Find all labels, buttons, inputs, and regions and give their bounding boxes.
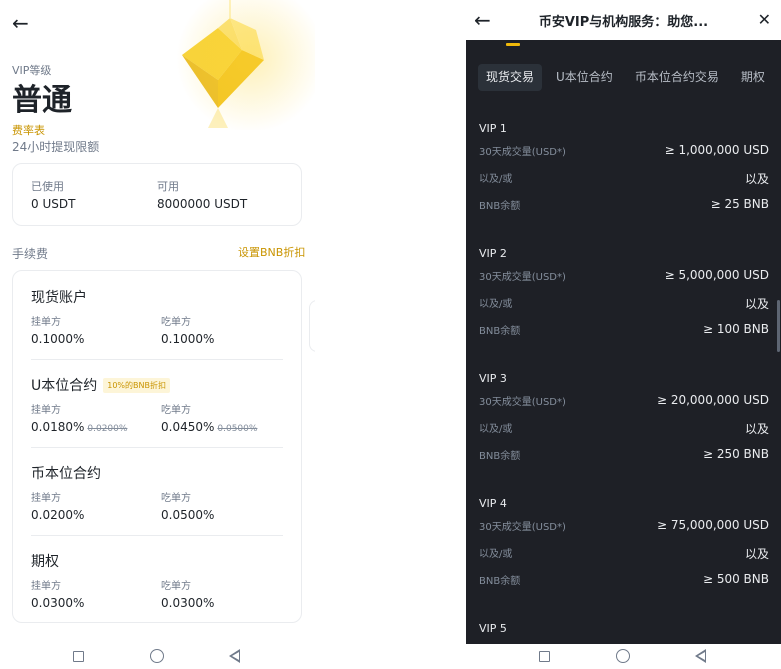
- adjacent-card-edge: [309, 300, 315, 352]
- vip-level-label: VIP等级: [12, 64, 52, 77]
- available-value: 8000000 USDT: [157, 197, 248, 211]
- bnb-balance-label: BNB余额: [479, 326, 521, 337]
- home-circle-icon[interactable]: [616, 649, 630, 663]
- active-indicator: [506, 43, 520, 46]
- fee-section-coinm-futures: 币本位合约 挂单方 0.0200% 吃单方 0.0500%: [31, 463, 283, 529]
- volume-value: ≥ 75,000,000 USD: [656, 518, 769, 532]
- vip-tier-name: VIP 3: [479, 372, 507, 385]
- and-or-label: 以及/或: [479, 174, 513, 185]
- taker-fee: 0.1000%: [161, 332, 215, 346]
- vip-tier-1: VIP 1 30天成交量(USD*) ≥ 1,000,000 USD 以及/或 以及…: [479, 122, 769, 216]
- fee-section-title: 币本位合约: [31, 466, 101, 482]
- fee-section-options: 期权 挂单方 0.0300% 吃单方 0.0300%: [31, 551, 283, 617]
- and-or-label: 以及/或: [479, 549, 513, 560]
- taker-fee-original: 0.0500%: [217, 424, 258, 434]
- maker-fee: 0.0180%: [31, 420, 85, 434]
- tab-usdm-futures[interactable]: U本位合约: [548, 64, 621, 91]
- fee-section-title: 期权: [31, 554, 59, 570]
- volume-value: ≥ 5,000,000 USD: [664, 268, 769, 282]
- maker-label: 挂单方: [31, 405, 61, 416]
- bnb-balance-label: BNB余额: [479, 201, 521, 212]
- maker-label: 挂单方: [31, 317, 61, 328]
- fee-section-usdm-futures: U本位合约 10%的BNB折扣 挂单方 0.0180% 0.0200% 吃单方 0…: [31, 375, 283, 441]
- fee-section-spot: 现货账户 挂单方 0.1000% 吃单方 0.1000%: [31, 287, 283, 353]
- back-triangle-icon[interactable]: [695, 649, 706, 663]
- divider: [31, 447, 283, 448]
- taker-fee: 0.0450%: [161, 420, 215, 434]
- taker-label: 吃单方: [161, 405, 191, 416]
- volume-label: 30天成交量(USD*): [479, 397, 566, 408]
- taker-fee: 0.0300%: [161, 596, 215, 610]
- market-tabs: 现货交易 U本位合约 币本位合约交易 期权: [478, 64, 779, 91]
- vip-institutional-screen: ← 币安VIP与机构服务：助您... ✕ 现货交易 U本位合约 币本位合约交易 …: [466, 0, 781, 669]
- taker-label: 吃单方: [161, 493, 191, 504]
- divider: [31, 535, 283, 536]
- and-or-label: 以及/或: [479, 424, 513, 435]
- page-title: 币安VIP与机构服务：助您...: [538, 15, 709, 30]
- vip-tier-name: VIP 1: [479, 122, 507, 135]
- bnb-balance-label: BNB余额: [479, 576, 521, 587]
- system-nav-bar: [0, 644, 315, 669]
- tab-spot[interactable]: 现货交易: [478, 64, 543, 91]
- available-label: 可用: [157, 180, 179, 193]
- scrollbar[interactable]: [777, 300, 780, 352]
- bnb-balance-value: ≥ 100 BNB: [702, 322, 769, 336]
- and-or-label: 以及/或: [479, 299, 513, 310]
- volume-label: 30天成交量(USD*): [479, 147, 566, 158]
- maker-fee-original: 0.0200%: [87, 424, 128, 434]
- back-arrow-icon[interactable]: ←: [12, 13, 29, 33]
- maker-fee: 0.1000%: [31, 332, 85, 346]
- bnb-balance-label: BNB余额: [479, 451, 521, 462]
- maker-label: 挂单方: [31, 581, 61, 592]
- close-icon[interactable]: ✕: [758, 10, 771, 29]
- taker-fee: 0.0500%: [161, 508, 215, 522]
- and-or-value: 以及: [744, 297, 769, 311]
- fee-schedule-link[interactable]: 费率表: [12, 122, 45, 138]
- withdraw-limit-label: 24小时提现限额: [12, 140, 100, 154]
- fees-label: 手续费: [12, 247, 49, 261]
- vip-level-value: 普通: [12, 83, 72, 118]
- used-label: 已使用: [31, 180, 64, 193]
- tab-options[interactable]: 期权: [733, 64, 773, 91]
- bnb-balance-value: ≥ 25 BNB: [710, 197, 769, 211]
- used-value: 0 USDT: [31, 197, 76, 211]
- vip-tier-5: VIP 5: [479, 622, 769, 635]
- volume-label: 30天成交量(USD*): [479, 522, 566, 533]
- and-or-value: 以及: [744, 422, 769, 436]
- vip-tier-4: VIP 4 30天成交量(USD*) ≥ 75,000,000 USD 以及/或 以…: [479, 497, 769, 591]
- vip-diamond-icon: [172, 0, 315, 130]
- recents-square-icon[interactable]: [73, 651, 84, 662]
- maker-fee: 0.0300%: [31, 596, 85, 610]
- system-nav-bar: [466, 644, 781, 669]
- recents-square-icon[interactable]: [539, 651, 550, 662]
- vip-tier-name: VIP 4: [479, 497, 507, 510]
- fee-section-title: U本位合约: [31, 378, 98, 394]
- withdraw-limit-card: 已使用 0 USDT 可用 8000000 USDT: [12, 163, 302, 226]
- vip-tier-2: VIP 2 30天成交量(USD*) ≥ 5,000,000 USD 以及/或 以及…: [479, 247, 769, 341]
- and-or-value: 以及: [744, 547, 769, 561]
- vip-tier-name: VIP 2: [479, 247, 507, 260]
- fees-card: 现货账户 挂单方 0.1000% 吃单方 0.1000% U本位合约 10%的B…: [12, 270, 302, 623]
- vip-level-screen: ← VIP等级 普通 费率表 24小时提现限额 已使用 0 USDT 可用 80…: [0, 0, 315, 669]
- and-or-value: 以及: [744, 172, 769, 186]
- bnb-balance-value: ≥ 500 BNB: [702, 572, 769, 586]
- bnb-balance-value: ≥ 250 BNB: [702, 447, 769, 461]
- fee-section-title: 现货账户: [31, 290, 87, 306]
- top-bar: ← 币安VIP与机构服务：助您... ✕: [466, 0, 781, 40]
- tab-coinm-futures[interactable]: 币本位合约交易: [627, 64, 727, 91]
- volume-value: ≥ 1,000,000 USD: [664, 143, 769, 157]
- taker-label: 吃单方: [161, 317, 191, 328]
- taker-label: 吃单方: [161, 581, 191, 592]
- vip-tier-3: VIP 3 30天成交量(USD*) ≥ 20,000,000 USD 以及/或 以…: [479, 372, 769, 466]
- bnb-discount-badge: 10%的BNB折扣: [103, 377, 170, 393]
- vip-tier-name: VIP 5: [479, 622, 507, 635]
- set-bnb-discount-link[interactable]: 设置BNB折扣: [238, 244, 305, 260]
- volume-label: 30天成交量(USD*): [479, 272, 566, 283]
- volume-value: ≥ 20,000,000 USD: [656, 393, 769, 407]
- maker-fee: 0.0200%: [31, 508, 85, 522]
- back-triangle-icon[interactable]: [229, 649, 240, 663]
- divider: [31, 359, 283, 360]
- home-circle-icon[interactable]: [150, 649, 164, 663]
- maker-label: 挂单方: [31, 493, 61, 504]
